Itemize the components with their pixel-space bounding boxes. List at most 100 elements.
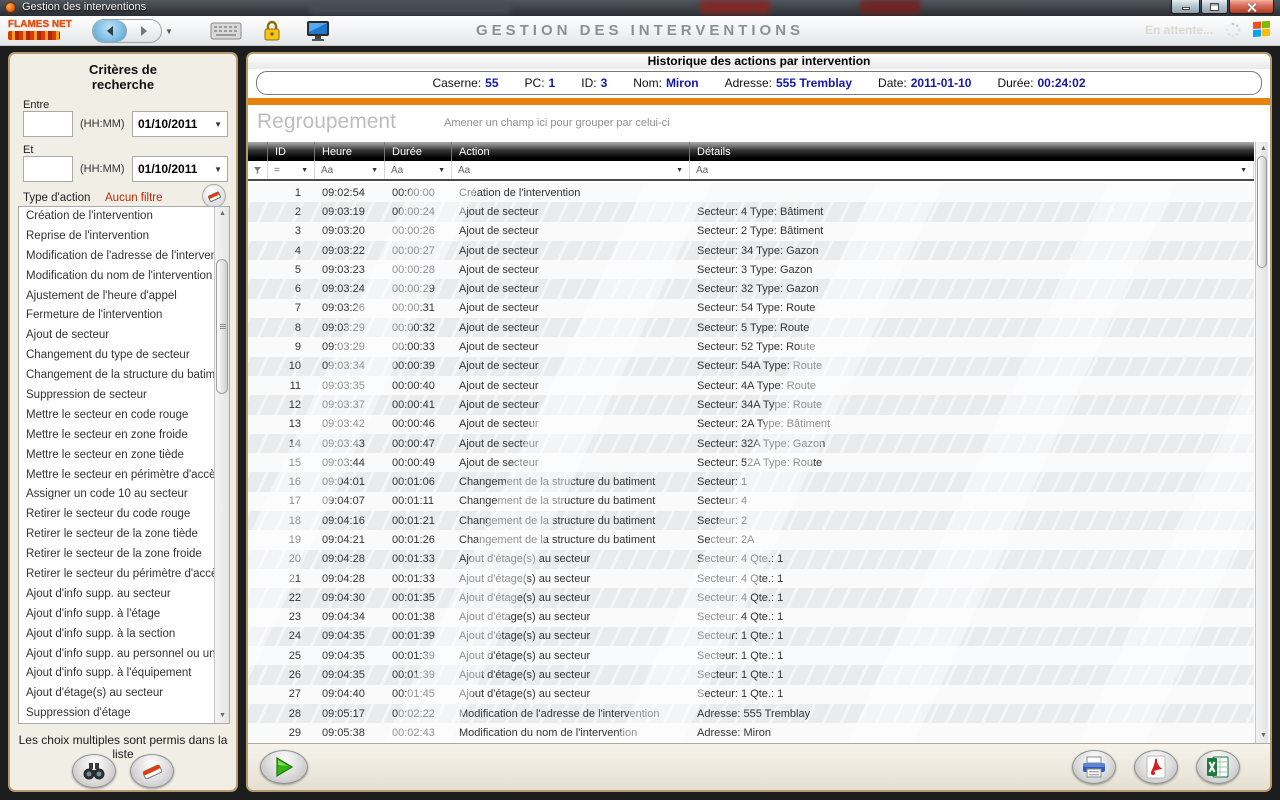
table-row[interactable]: 2609:04:3500:01:39Ajout d'étage(s) au se… (248, 665, 1254, 684)
chevron-down-icon[interactable]: ▼ (438, 167, 445, 174)
filter-id[interactable]: = ▼ (268, 161, 315, 179)
action-type-item[interactable]: Mettre le secteur en zone tiède (19, 446, 229, 466)
eraser-icon (140, 762, 164, 780)
table-row[interactable]: 2209:04:3000:01:35Ajout d'étage(s) au se… (248, 588, 1254, 607)
search-button[interactable] (72, 754, 116, 788)
column-header-id[interactable]: ID (268, 142, 315, 161)
action-type-item[interactable]: Fermeture de l'intervention (19, 306, 229, 326)
table-row[interactable]: 1409:03:4300:00:47Ajout de secteurSecteu… (248, 434, 1254, 453)
action-type-item[interactable]: Ajout d'info supp. à la section (19, 625, 229, 645)
export-pdf-button[interactable] (1134, 750, 1178, 784)
clear-filter-button[interactable] (202, 184, 226, 208)
scroll-up-icon[interactable]: ▲ (1256, 142, 1271, 156)
action-type-item[interactable]: Changement de la structure du batiment (19, 366, 229, 386)
chevron-down-icon[interactable]: ▼ (301, 167, 308, 174)
chevron-down-icon[interactable]: ▼ (371, 167, 378, 174)
export-excel-button[interactable] (1196, 750, 1240, 784)
table-row[interactable]: 1109:03:3500:00:40Ajout de secteurSecteu… (248, 376, 1254, 395)
grid-scrollbar-thumb[interactable] (1257, 156, 1267, 268)
table-row[interactable]: 2809:05:1700:02:22Modification de l'adre… (248, 704, 1254, 723)
action-type-item[interactable]: Ajustement de l'heure d'appel (19, 287, 229, 307)
table-row[interactable]: 309:03:2000:00:26Ajout de secteurSecteur… (248, 222, 1254, 241)
table-row[interactable]: 2409:04:3500:01:39Ajout d'étage(s) au se… (248, 627, 1254, 646)
action-type-item[interactable]: Modification du nom de l'intervention (19, 267, 229, 287)
date-from-select[interactable]: 01/10/2011 ▼ (132, 111, 228, 137)
minimize-button[interactable] (1171, 0, 1200, 14)
column-header-details[interactable]: Détails (690, 142, 1254, 161)
action-type-item[interactable]: Ajout d'étage(s) au secteur (19, 684, 229, 704)
column-header-heure[interactable]: Heure (315, 142, 385, 161)
table-row[interactable]: 509:03:2300:00:28Ajout de secteurSecteur… (248, 260, 1254, 279)
action-type-item[interactable]: Création de l'intervention (19, 207, 229, 227)
grid-scrollbar[interactable]: ▲ ▼ (1255, 142, 1268, 743)
date-to-select[interactable]: 01/10/2011 ▼ (132, 156, 228, 182)
action-type-item[interactable]: Assigner un code 10 au secteur (19, 485, 229, 505)
action-type-item[interactable]: Suppression de secteur (19, 386, 229, 406)
action-type-item[interactable]: Retirer le secteur du code rouge (19, 505, 229, 525)
table-row[interactable]: 2909:05:3800:02:43Modification du nom de… (248, 723, 1254, 742)
table-row[interactable]: 709:03:2600:00:31Ajout de secteurSecteur… (248, 299, 1254, 318)
close-button[interactable] (1229, 0, 1274, 14)
list-scrollbar-thumb[interactable] (216, 259, 228, 394)
table-row[interactable]: 2509:04:3500:01:39Ajout d'étage(s) au se… (248, 646, 1254, 665)
column-header-duree[interactable]: Durée (385, 142, 452, 161)
filter-heure[interactable]: Aa ▼ (315, 161, 385, 179)
action-type-item[interactable]: Changement du type de secteur (19, 346, 229, 366)
scroll-down-icon[interactable]: ▼ (1256, 729, 1271, 743)
table-row[interactable]: 1609:04:0100:01:06Changement de la struc… (248, 472, 1254, 491)
action-type-item[interactable]: Ajout de secteur (19, 326, 229, 346)
cell-heure: 09:03:43 (315, 438, 385, 450)
table-row[interactable]: 2709:04:4000:01:45Ajout d'étage(s) au se… (248, 685, 1254, 704)
scroll-up-icon[interactable]: ▲ (215, 207, 230, 221)
table-row[interactable]: 409:03:2200:00:27Ajout de secteurSecteur… (248, 241, 1254, 260)
cell-duree: 00:00:28 (385, 264, 452, 276)
filter-action[interactable]: Aa ▼ (452, 161, 690, 179)
info-field: Adresse:555 Tremblay (725, 76, 852, 90)
filter-details[interactable]: Aa ▼ (690, 161, 1254, 179)
play-button[interactable] (260, 750, 308, 784)
action-type-item[interactable]: Retirer le secteur de la zone tiède (19, 525, 229, 545)
table-row[interactable]: 1909:04:2100:01:26Changement de la struc… (248, 530, 1254, 549)
filter-funnel-cell[interactable] (248, 161, 268, 179)
action-type-item[interactable]: Reprise de l'intervention (19, 227, 229, 247)
action-type-item[interactable]: Suppression d'étage (19, 704, 229, 724)
table-row[interactable]: 609:03:2400:00:29Ajout de secteurSecteur… (248, 279, 1254, 298)
action-type-item[interactable]: Ajout d'info supp. au secteur (19, 585, 229, 605)
action-type-item[interactable]: Mettre le secteur en code rouge (19, 406, 229, 426)
list-scrollbar[interactable]: ▲ ▼ (214, 207, 229, 723)
clear-search-button[interactable] (130, 754, 174, 788)
table-row[interactable]: 2109:04:2800:01:33Ajout d'étage(s) au se… (248, 569, 1254, 588)
table-row[interactable]: 109:02:5400:00:00Création de l'intervent… (248, 183, 1254, 202)
table-row[interactable]: 1009:03:3400:00:39Ajout de secteurSecteu… (248, 357, 1254, 376)
table-row[interactable]: 1709:04:0700:01:11Changement de la struc… (248, 492, 1254, 511)
table-row[interactable]: 209:03:1900:00:24Ajout de secteurSecteur… (248, 202, 1254, 221)
table-row[interactable]: 1509:03:4400:00:49Ajout de secteurSecteu… (248, 453, 1254, 472)
cell-details: Secteur: 34 Type: Gazon (690, 245, 1254, 257)
action-type-item[interactable]: Modification de l'adresse de l'intervent… (19, 247, 229, 267)
action-type-item[interactable]: Mettre le secteur en zone froide (19, 426, 229, 446)
table-row[interactable]: 1209:03:3700:00:41Ajout de secteurSecteu… (248, 395, 1254, 414)
time-to-input[interactable] (23, 156, 73, 182)
column-header-action[interactable]: Action (452, 142, 690, 161)
action-type-item[interactable]: Retirer le secteur du périmètre d'accès … (19, 565, 229, 585)
action-type-item[interactable]: Mettre le secteur en périmètre d'accès i… (19, 466, 229, 486)
filter-duree[interactable]: Aa ▼ (385, 161, 452, 179)
action-type-item[interactable]: Ajout d'info supp. à l'étage (19, 605, 229, 625)
scroll-down-icon[interactable]: ▼ (215, 709, 230, 723)
table-row[interactable]: 1809:04:1600:01:21Changement de la struc… (248, 511, 1254, 530)
chevron-down-icon[interactable]: ▼ (676, 167, 683, 174)
table-row[interactable]: 909:03:2900:00:33Ajout de secteurSecteur… (248, 337, 1254, 356)
chevron-down-icon[interactable]: ▼ (1240, 167, 1247, 174)
cell-action: Ajout de secteur (452, 264, 690, 276)
print-button[interactable] (1072, 750, 1116, 784)
grouping-zone[interactable]: Regroupement Amener un champ ici pour gr… (248, 105, 1270, 142)
table-row[interactable]: 809:03:2900:00:32Ajout de secteurSecteur… (248, 318, 1254, 337)
table-row[interactable]: 1309:03:4200:00:46Ajout de secteurSecteu… (248, 415, 1254, 434)
action-type-item[interactable]: Ajout d'info supp. à l'équipement (19, 664, 229, 684)
maximize-button[interactable] (1201, 0, 1228, 14)
table-row[interactable]: 2009:04:2800:01:33Ajout d'étage(s) au se… (248, 550, 1254, 569)
action-type-item[interactable]: Retirer le secteur de la zone froide (19, 545, 229, 565)
table-row[interactable]: 2309:04:3400:01:38Ajout d'étage(s) au se… (248, 608, 1254, 627)
action-type-item[interactable]: Ajout d'info supp. au personnel ou unité (19, 645, 229, 665)
time-from-input[interactable] (23, 111, 73, 137)
